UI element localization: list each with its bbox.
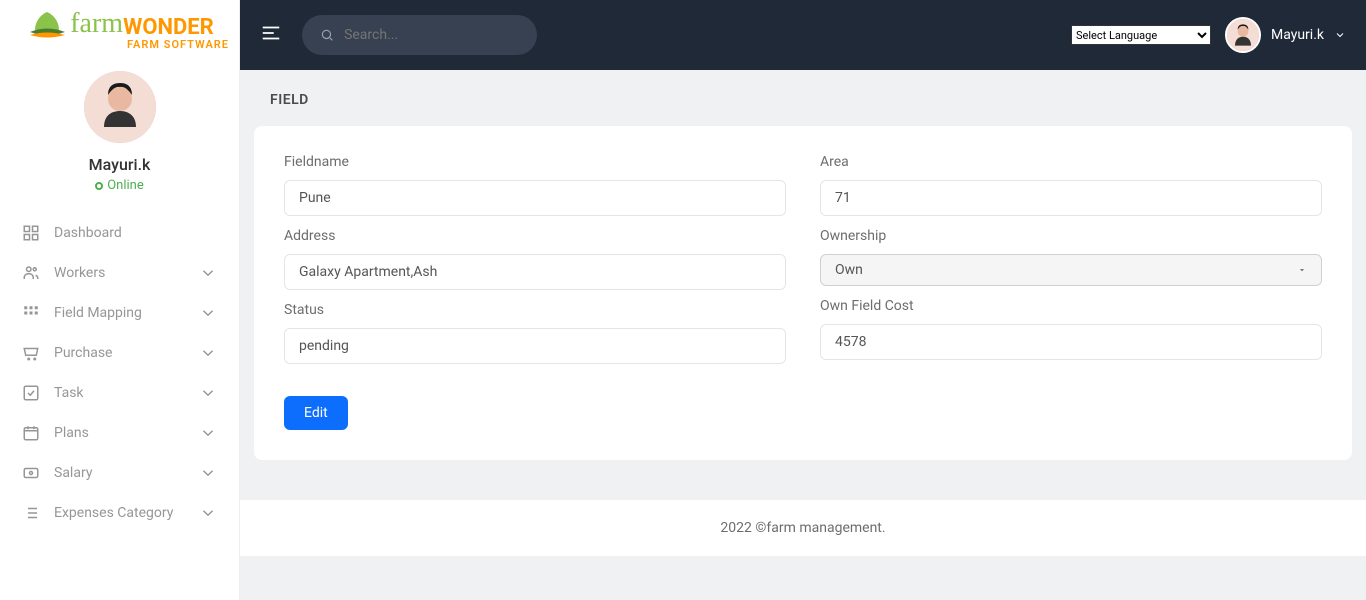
ownership-select[interactable]: Own	[820, 254, 1322, 286]
chevron-down-icon	[1334, 29, 1346, 41]
ownership-label: Ownership	[820, 228, 1322, 244]
nav-salary[interactable]: Salary	[0, 453, 239, 493]
hamburger-button[interactable]	[260, 22, 282, 48]
nav-label: Expenses Category	[54, 505, 173, 521]
ownfieldcost-label: Own Field Cost	[820, 298, 1322, 314]
ownfieldcost-input[interactable]	[820, 324, 1322, 360]
online-dot-icon	[95, 182, 103, 190]
logo-text-1: farm	[70, 8, 123, 40]
edit-button[interactable]: Edit	[284, 396, 348, 430]
profile-section: Mayuri.k Online	[0, 56, 239, 203]
nav-label: Dashboard	[54, 225, 122, 241]
nav-dashboard[interactable]: Dashboard	[0, 213, 239, 253]
page-title: FIELD	[240, 70, 1366, 126]
caret-down-icon	[1297, 265, 1307, 275]
fieldname-label: Fieldname	[284, 154, 786, 170]
search-icon	[320, 27, 334, 43]
nav-plans[interactable]: Plans	[0, 413, 239, 453]
search-input[interactable]	[344, 27, 519, 43]
logo: farmWONDER FARM SOFTWARE	[0, 0, 239, 56]
status-label: Status	[284, 302, 786, 318]
nav-label: Plans	[54, 425, 89, 441]
nav-expenses[interactable]: Expenses Category	[0, 493, 239, 533]
profile-name: Mayuri.k	[0, 155, 239, 174]
chevron-down-icon	[199, 384, 217, 402]
nav-field-mapping[interactable]: Field Mapping	[0, 293, 239, 333]
address-input[interactable]	[284, 254, 786, 290]
status-input[interactable]	[284, 328, 786, 364]
user-avatar	[1225, 17, 1261, 53]
profile-avatar	[84, 71, 156, 143]
address-label: Address	[284, 228, 786, 244]
check-icon	[22, 384, 40, 402]
user-name: Mayuri.k	[1271, 27, 1324, 43]
hamburger-icon	[260, 22, 282, 44]
nav-label: Task	[54, 385, 84, 401]
language-select[interactable]: Select Language	[1071, 25, 1211, 45]
nav-workers[interactable]: Workers	[0, 253, 239, 293]
profile-status-text: Online	[107, 178, 144, 193]
nav-label: Salary	[54, 465, 92, 481]
nav-label: Workers	[54, 265, 105, 281]
grid-icon	[22, 304, 40, 322]
money-icon	[22, 464, 40, 482]
area-label: Area	[820, 154, 1322, 170]
workers-icon	[22, 264, 40, 282]
logo-text-2: WONDER	[123, 15, 214, 40]
calendar-icon	[22, 424, 40, 442]
search-box[interactable]	[302, 15, 537, 55]
nav-label: Purchase	[54, 345, 112, 361]
nav-purchase[interactable]: Purchase	[0, 333, 239, 373]
area-input[interactable]	[820, 180, 1322, 216]
chevron-down-icon	[199, 504, 217, 522]
chevron-down-icon	[199, 264, 217, 282]
topbar: Select Language Mayuri.k	[240, 0, 1366, 70]
footer: 2022 ©farm management.	[240, 500, 1366, 556]
profile-status: Online	[0, 178, 239, 193]
leaf-logo-icon	[25, 10, 70, 40]
chevron-down-icon	[199, 424, 217, 442]
main: Select Language Mayuri.k FIELD Fieldname…	[240, 0, 1366, 600]
nav-label: Field Mapping	[54, 305, 142, 321]
chevron-down-icon	[199, 344, 217, 362]
content: FIELD Fieldname Address Status Area Owne…	[240, 70, 1366, 600]
fieldname-input[interactable]	[284, 180, 786, 216]
dashboard-icon	[22, 224, 40, 242]
nav: Dashboard Workers Field Mapping Purchase…	[0, 203, 239, 543]
chevron-down-icon	[199, 304, 217, 322]
chevron-down-icon	[199, 464, 217, 482]
user-menu[interactable]: Mayuri.k	[1225, 17, 1346, 53]
nav-task[interactable]: Task	[0, 373, 239, 413]
list-icon	[22, 504, 40, 522]
ownership-value: Own	[835, 262, 863, 278]
sidebar: farmWONDER FARM SOFTWARE Mayuri.k Online…	[0, 0, 240, 600]
field-form-card: Fieldname Address Status Area Ownership …	[254, 126, 1352, 460]
cart-icon	[22, 344, 40, 362]
